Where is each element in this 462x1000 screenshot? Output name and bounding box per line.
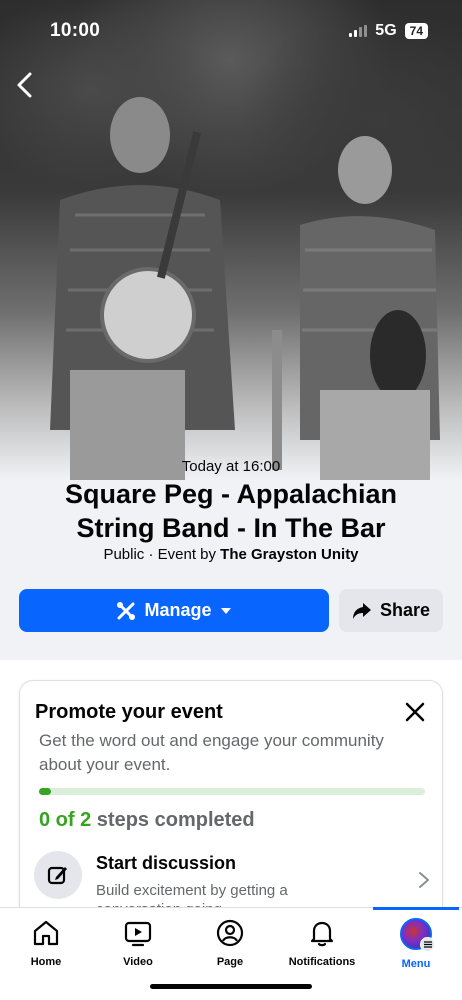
caret-down-icon (220, 607, 231, 614)
tab-menu[interactable]: Menu (370, 918, 462, 980)
event-privacy: Public · Event by (103, 546, 221, 563)
share-button[interactable]: Share (339, 589, 443, 632)
task-icon-circle (34, 851, 82, 899)
network-label: 5G (375, 22, 397, 39)
tools-icon (117, 601, 136, 620)
tab-notifications[interactable]: Notifications (276, 918, 368, 980)
status-time: 10:00 (50, 20, 101, 41)
promote-event-card: Promote your event Get the word out and … (19, 680, 443, 940)
page-icon (216, 919, 244, 947)
tab-page[interactable]: Page (184, 918, 276, 980)
tab-video-label: Video (123, 956, 153, 968)
edit-icon (47, 866, 67, 885)
tab-video[interactable]: Video (92, 918, 184, 980)
home-indicator (150, 984, 312, 989)
share-arrow-icon (352, 602, 371, 619)
close-icon[interactable] (404, 701, 426, 723)
back-chevron-icon[interactable] (14, 70, 36, 100)
steps-count: 0 of 2 (39, 809, 92, 831)
steps-progress-fill (39, 788, 51, 795)
event-datetime: Today at 16:00 (181, 458, 281, 475)
manage-button[interactable]: Manage (19, 589, 329, 632)
event-host-line: Public · Event by The Grayston Unity (0, 546, 462, 563)
promo-description: Get the word out and engage your communi… (39, 731, 384, 774)
event-host-link[interactable]: The Grayston Unity (220, 546, 358, 563)
home-icon (33, 920, 59, 946)
active-tab-indicator (373, 907, 459, 910)
tab-page-label: Page (216, 956, 244, 968)
task-title: Start discussion (96, 853, 237, 873)
cover-photo (0, 0, 462, 480)
promo-title: Promote your event (35, 701, 223, 723)
tab-home[interactable]: Home (0, 918, 92, 980)
menu-badge-icon (420, 937, 435, 952)
battery-level: 74 (404, 23, 428, 39)
band-photo-illustration (50, 97, 440, 480)
event-title: Square Peg - Appalachian String Band - I… (64, 479, 398, 543)
steps-status: 0 of 2 steps completed (39, 809, 255, 832)
share-label: Share (379, 600, 431, 620)
status-indicators: 5G 74 (349, 22, 428, 40)
bell-icon (310, 921, 334, 947)
event-cover: 10:00 5G 74 Today at 16:00 Square Peg - … (0, 0, 462, 660)
tab-home-label: Home (30, 956, 62, 968)
avatar-icon (400, 918, 435, 952)
chevron-right-icon (419, 872, 429, 888)
steps-progress-bar (39, 788, 425, 795)
steps-suffix: steps completed (91, 809, 255, 831)
tab-menu-label: Menu (401, 958, 431, 970)
video-icon (124, 921, 152, 947)
signal-icon (349, 25, 368, 37)
manage-label: Manage (144, 600, 212, 620)
tab-notifications-label: Notifications (288, 956, 356, 968)
start-discussion-task[interactable]: Start discussion Build excitement by get… (34, 849, 430, 918)
